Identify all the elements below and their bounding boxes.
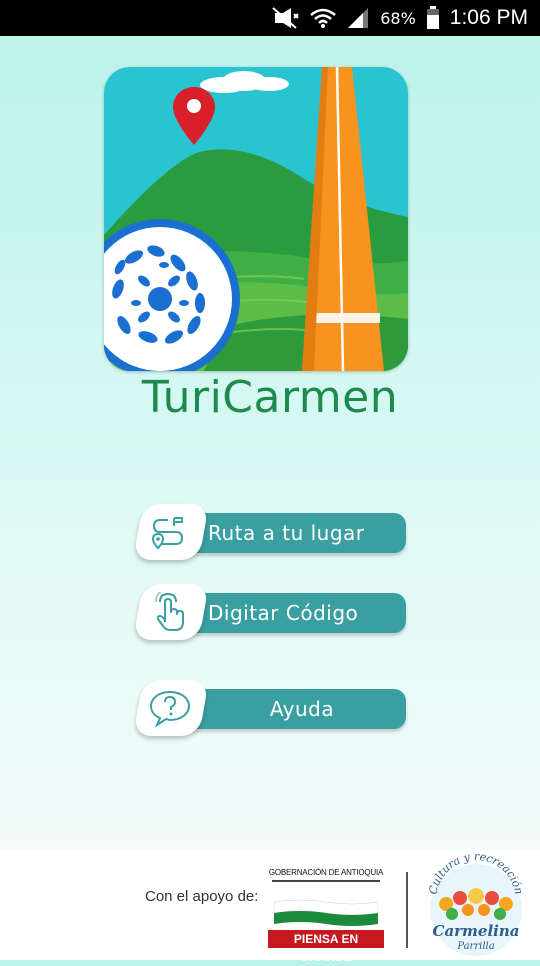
enter-code-button[interactable]: Digitar Código (133, 584, 406, 640)
app-title: TuriCarmen (141, 372, 399, 423)
partner-surname: Parrilla (456, 941, 494, 952)
route-button-label: Ruta a tu lugar (208, 521, 365, 545)
flag-icon (274, 899, 378, 926)
gobernacion-logo: GOBERNACIÓN DE ANTIOQUIA PIENSA EN GRAND… (268, 868, 384, 964)
battery-percent: 68% (380, 8, 416, 28)
footer: Con el apoyo de: GOBERNACIÓN DE ANTIOQUI… (0, 850, 540, 964)
gov-divider (272, 880, 380, 882)
wifi-icon (310, 7, 337, 29)
gov-slogan: PIENSA EN GRANDE (268, 930, 384, 964)
gov-title: GOBERNACIÓN DE ANTIOQUIA (268, 868, 384, 877)
enter-code-button-label: Digitar Código (208, 601, 359, 625)
route-button[interactable]: Ruta a tu lugar (133, 504, 406, 560)
partner-name: Carmelina (433, 922, 520, 940)
turicarmen-logo (104, 67, 408, 371)
help-button-label: Ayuda (269, 697, 335, 721)
help-bubble-icon (148, 688, 192, 728)
touch-hand-icon (148, 589, 192, 632)
clock: 1:06 PM (449, 6, 528, 29)
status-bar: 68% 1:06 PM (0, 0, 540, 36)
carmelina-parrilla-logo: Cultura y recreación Carmelina Parrilla (422, 850, 530, 958)
signal-icon (346, 7, 370, 29)
route-map-icon (148, 512, 192, 552)
battery-icon (426, 6, 440, 30)
support-text: Con el apoyo de: (145, 888, 259, 905)
help-button[interactable]: Ayuda (133, 680, 406, 736)
mute-icon (270, 7, 300, 29)
footer-divider (406, 872, 408, 948)
